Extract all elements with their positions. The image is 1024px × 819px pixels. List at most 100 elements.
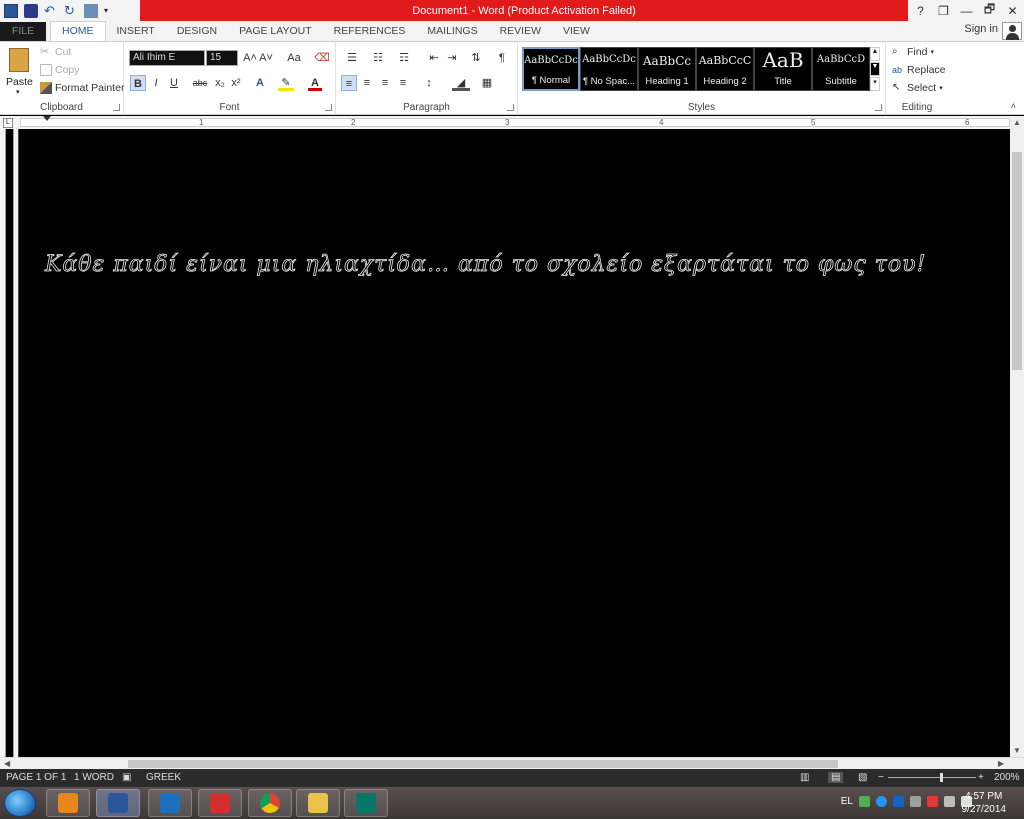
help-button[interactable]: ? (909, 4, 932, 18)
tab-selector-icon[interactable]: L (3, 118, 13, 128)
tab-file[interactable]: FILE (0, 22, 46, 41)
tab-page-layout[interactable]: PAGE LAYOUT (228, 22, 323, 41)
justify-icon[interactable]: ≡ (395, 75, 411, 91)
customize-toolbar-icon[interactable]: ▾ (104, 4, 118, 18)
vertical-scrollbar[interactable]: ▲ ▼ (1010, 116, 1024, 757)
styles-more-icon[interactable]: ▾ (870, 77, 880, 91)
sort-icon[interactable]: ⇅ (468, 50, 484, 66)
proofing-icon[interactable]: ▣ (122, 772, 131, 783)
taskbar-publisher[interactable] (344, 789, 388, 817)
clock[interactable]: 4:57 PM 9/27/2014 (962, 790, 1007, 816)
ribbon-display-button[interactable]: ❐ (932, 4, 955, 18)
superscript-button[interactable]: x² (228, 75, 244, 91)
styles-launcher-icon[interactable] (875, 104, 882, 111)
zoom-slider[interactable] (888, 777, 976, 778)
horizontal-scrollbar[interactable]: ◀ ▶ (0, 757, 1024, 769)
word-app-icon[interactable] (4, 3, 18, 18)
input-language[interactable]: EL (841, 796, 853, 807)
change-case-button[interactable]: Aa (282, 50, 306, 66)
italic-button[interactable]: I (148, 75, 164, 91)
zoom-slider-thumb[interactable] (940, 773, 943, 782)
word-count[interactable]: 1 WORD (74, 772, 114, 783)
taskbar-explorer[interactable] (296, 789, 340, 817)
language-indicator[interactable]: GREEK (146, 772, 181, 783)
cut-button[interactable]: ✂ Cut (40, 46, 71, 58)
style-heading-1[interactable]: AaBbCc Heading 1 (638, 47, 696, 91)
style-subtitle[interactable]: AaBbCcD Subtitle (812, 47, 870, 91)
font-color-icon[interactable]: A (308, 75, 322, 91)
strikethrough-button[interactable]: abc (190, 75, 210, 91)
document-page[interactable]: Κάθε παιδί είναι μια ηλιαχτίδα… από το σ… (18, 129, 1010, 757)
select-button[interactable]: ↖ Select ▾ (892, 82, 943, 94)
web-layout-icon[interactable]: ▧ (858, 772, 867, 783)
style-title[interactable]: AaB Title (754, 47, 812, 91)
bold-button[interactable]: B (130, 75, 146, 91)
scroll-left-icon[interactable]: ◀ (4, 759, 10, 768)
format-painter-button[interactable]: Format Painter (40, 82, 124, 94)
zoom-level[interactable]: 200% (994, 772, 1020, 783)
network-icon[interactable] (859, 796, 870, 807)
multilevel-list-icon[interactable]: ☶ (394, 50, 414, 66)
borders-icon[interactable]: ▦ (478, 75, 496, 91)
clipboard-launcher-icon[interactable] (113, 104, 120, 111)
tab-design[interactable]: DESIGN (166, 22, 228, 41)
styles-scroll-up-icon[interactable]: ▲ (870, 47, 880, 61)
taskbar-chrome[interactable] (248, 789, 292, 817)
shading-icon[interactable]: ◢ (452, 75, 470, 91)
ruler-bar[interactable]: 1 2 3 4 5 6 (20, 116, 1010, 127)
tab-insert[interactable]: INSERT (106, 22, 166, 41)
save-icon[interactable] (24, 3, 38, 18)
battery-icon[interactable] (944, 796, 955, 807)
copy-button[interactable]: Copy (40, 64, 80, 76)
text-effects-icon[interactable]: A (252, 75, 268, 91)
user-avatar-icon[interactable] (1002, 22, 1022, 40)
restore-button[interactable]: 🗗 (978, 0, 1001, 21)
find-button[interactable]: ⌕ Find ▾ (892, 46, 934, 58)
font-launcher-icon[interactable] (325, 104, 332, 111)
tab-home[interactable]: HOME (50, 21, 106, 41)
collapse-ribbon-icon[interactable]: ˄ (1011, 101, 1016, 111)
tab-view[interactable]: VIEW (552, 22, 601, 41)
styles-scroll-down-icon[interactable]: ▼ (870, 62, 880, 76)
clear-formatting-button[interactable]: ⌫ (314, 50, 330, 66)
subscript-button[interactable]: x₂ (212, 75, 228, 91)
vertical-ruler-bar[interactable] (5, 129, 14, 757)
tab-review[interactable]: REVIEW (489, 22, 552, 41)
tab-mailings[interactable]: MAILINGS (416, 22, 488, 41)
print-preview-icon[interactable] (84, 3, 98, 18)
shrink-font-button[interactable]: A˅ (258, 50, 274, 66)
taskbar-media-player[interactable] (46, 789, 90, 817)
paragraph-launcher-icon[interactable] (507, 104, 514, 111)
show-marks-button[interactable]: ¶ (494, 50, 510, 66)
style-normal[interactable]: AaBbCcDc ¶ Normal (522, 47, 580, 91)
sync-icon[interactable] (893, 796, 904, 807)
taskbar-outlook[interactable] (148, 789, 192, 817)
numbering-icon[interactable]: ☷ (368, 50, 388, 66)
redo-icon[interactable]: ↻ (64, 3, 78, 18)
scroll-up-icon[interactable]: ▲ (1013, 118, 1021, 127)
bullets-icon[interactable]: ☰ (342, 50, 362, 66)
close-button[interactable]: ✕ (1001, 4, 1024, 18)
flag-icon[interactable] (927, 796, 938, 807)
print-layout-icon[interactable]: ▤ (828, 772, 844, 783)
horizontal-scroll-thumb[interactable] (128, 760, 838, 768)
paste-button[interactable]: Paste ▾ (6, 46, 34, 96)
underline-button[interactable]: U (166, 75, 182, 91)
display-icon[interactable] (910, 796, 921, 807)
scroll-down-icon[interactable]: ▼ (1013, 746, 1021, 755)
align-right-icon[interactable]: ≡ (377, 75, 393, 91)
align-center-icon[interactable]: ≡ (359, 75, 375, 91)
zoom-in-icon[interactable]: + (978, 772, 984, 783)
info-icon[interactable] (876, 796, 887, 807)
font-name-box[interactable]: Ali Ihim E (129, 50, 205, 66)
taskbar-downloader[interactable] (198, 789, 242, 817)
grow-font-button[interactable]: A˄ (242, 50, 258, 66)
minimize-button[interactable]: — (955, 4, 978, 18)
scroll-right-icon[interactable]: ▶ (998, 759, 1004, 768)
document-text[interactable]: Κάθε παιδί είναι μια ηλιαχτίδα… από το σ… (45, 252, 1005, 278)
page-count[interactable]: PAGE 1 OF 1 (6, 772, 66, 783)
style-heading-2[interactable]: AaBbCcC Heading 2 (696, 47, 754, 91)
line-spacing-icon[interactable]: ↕ (420, 75, 438, 91)
start-button-icon[interactable] (4, 789, 36, 817)
font-size-box[interactable]: 15 (206, 50, 238, 66)
